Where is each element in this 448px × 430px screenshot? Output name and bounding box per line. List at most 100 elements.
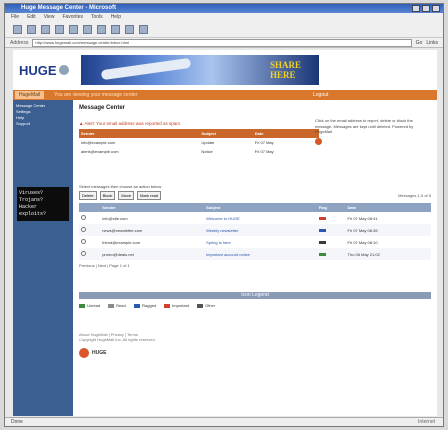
row-checkbox[interactable] [81, 251, 86, 256]
legend-label: Important [172, 303, 190, 308]
legend-item: Important [164, 303, 189, 308]
nav-bar: HugeMail You are viewing your message ce… [13, 90, 437, 100]
logout-link[interactable]: Logout [313, 92, 328, 98]
menu-edit[interactable]: Edit [27, 13, 36, 21]
footer-logo[interactable]: HUGE [79, 348, 431, 358]
menu-bar: File Edit View Favorites Tools Help [5, 13, 443, 21]
ad-text-line2: HERE [269, 70, 296, 80]
history-icon[interactable] [111, 24, 120, 34]
row-subject[interactable]: Welcome to HUGE [204, 212, 317, 224]
go-button[interactable]: Go [416, 40, 423, 46]
sidebar-ad-line: Trojans? [19, 197, 44, 203]
links-button[interactable]: Links [426, 40, 438, 46]
legend-swatch [133, 303, 140, 308]
table-row[interactable]: friend@example.com Spring is here Fri 07… [79, 236, 431, 248]
address-label: Address [10, 39, 29, 46]
table-row[interactable]: promo@deals.net Important account notice… [79, 248, 431, 260]
cell: alerts@example.com [81, 149, 119, 154]
print-icon[interactable] [139, 24, 148, 34]
flag-icon [318, 240, 326, 244]
refresh-icon[interactable] [55, 24, 64, 34]
flag-icon [318, 216, 326, 220]
sidebar-item-support[interactable]: Support [13, 121, 73, 127]
sidebar-ad[interactable]: Viruses? Trojans? Hacker exploits? [17, 187, 69, 221]
legend-item: Other [197, 303, 215, 308]
pager[interactable]: Previous | Next | Page 1 of 1 [79, 263, 431, 268]
footer-copyright: Copyright HugeMail Inc. All rights reser… [79, 337, 156, 342]
block-button[interactable]: Block [99, 191, 116, 200]
favorites-icon[interactable] [97, 24, 106, 34]
main-content: Message Center ▲ Alert: Your email addre… [73, 100, 437, 416]
alert-col-sender: Sender [79, 129, 200, 138]
forward-icon[interactable] [27, 24, 36, 34]
table-row[interactable]: info@example.com Update Fri 07 May [79, 138, 319, 147]
search-icon[interactable] [83, 24, 92, 34]
row-checkbox[interactable] [81, 215, 86, 220]
legend-swatch [108, 303, 115, 308]
menu-file[interactable]: File [11, 13, 19, 21]
row-subject[interactable]: Weekly newsletter [204, 224, 317, 236]
delete-button[interactable]: Delete [79, 191, 97, 200]
maximize-button[interactable] [422, 5, 430, 12]
menu-view[interactable]: View [44, 13, 55, 21]
alert-text[interactable]: Alert: Your email address was reported a… [84, 121, 180, 126]
col-flag[interactable]: Flag [316, 203, 346, 212]
minimize-button[interactable] [412, 5, 420, 12]
row-sender[interactable]: info@site.com [100, 212, 204, 224]
row-sender[interactable]: promo@deals.net [100, 248, 205, 260]
col-date[interactable]: Date [345, 203, 431, 212]
sidebar: Message Center Settings Help Support Vir… [13, 100, 73, 416]
alert-col-date: Date [252, 129, 319, 138]
legend-label: Read [116, 303, 126, 308]
ad-text: SHARE HERE [270, 60, 301, 80]
row-subject[interactable]: Spring is here [204, 236, 317, 248]
ad-text-line1: SHARE [269, 60, 301, 70]
menu-favorites[interactable]: Favorites [62, 13, 83, 21]
footer-brand: HUGE [92, 349, 107, 356]
col-subject[interactable]: Subject [204, 203, 317, 212]
site-logo[interactable]: HUGE [19, 55, 71, 85]
message-count: Messages 1-5 of 5 [398, 193, 431, 198]
page-layout: Message Center Settings Help Support Vir… [13, 100, 437, 416]
ad-banner[interactable]: SHARE HERE [81, 55, 319, 85]
address-input[interactable]: http://www.hugemail.com/message-center/i… [32, 38, 412, 47]
mark-read-button[interactable]: Mark read [137, 191, 162, 200]
close-button[interactable] [432, 5, 440, 12]
row-date: Fri 07 May 08:35 [345, 224, 431, 236]
row-checkbox[interactable] [81, 239, 86, 244]
menu-tools[interactable]: Tools [91, 13, 103, 21]
mail-icon[interactable] [125, 24, 134, 34]
row-checkbox[interactable] [81, 227, 86, 232]
actions-label: Select messages then choose an action be… [79, 184, 162, 189]
legend-label: Unread [87, 303, 101, 308]
row-date: Thu 06 May 21:02 [345, 248, 431, 260]
legend-item: Read [108, 303, 126, 308]
table-row[interactable]: alerts@example.com Notice Fri 07 May [79, 147, 319, 156]
home-icon[interactable] [69, 24, 78, 34]
col-sender[interactable]: Sender [100, 203, 205, 212]
window-controls [412, 5, 440, 12]
status-zone: Internet [418, 419, 435, 425]
row-sender[interactable]: news@newsletter.com [100, 224, 205, 236]
row-sender[interactable]: friend@example.com [100, 236, 204, 248]
airplane-icon [100, 57, 192, 81]
table-row[interactable]: news@newsletter.com Weekly newsletter Fr… [79, 224, 431, 236]
legend-title: Icon Legend [79, 292, 431, 299]
cell: Fri 07 May [254, 140, 274, 145]
row-subject[interactable]: Important account notice [204, 248, 317, 260]
back-icon[interactable] [13, 24, 22, 34]
menu-help[interactable]: Help [111, 13, 121, 21]
page-footer: About HugeMail | Privacy | Terms Copyrig… [79, 332, 431, 358]
stop-icon[interactable] [41, 24, 50, 34]
move-button[interactable]: Move [118, 191, 135, 200]
status-bar: Done Internet [5, 417, 443, 426]
sidebar-ad-line: Viruses? [19, 190, 44, 196]
legend-swatch [197, 303, 204, 308]
sidebar-ad-line: exploits? [19, 211, 47, 217]
action-buttons: Delete Block Move Mark read Messages 1-5… [79, 191, 431, 200]
info-note-text: Click on the email address to report, de… [315, 118, 414, 134]
table-row[interactable]: info@site.com Welcome to HUGE Fri 07 May… [79, 212, 431, 224]
info-icon[interactable] [315, 137, 322, 145]
page-banner: HUGE SHARE HERE [13, 50, 437, 90]
home-link[interactable]: HugeMail [15, 91, 45, 99]
